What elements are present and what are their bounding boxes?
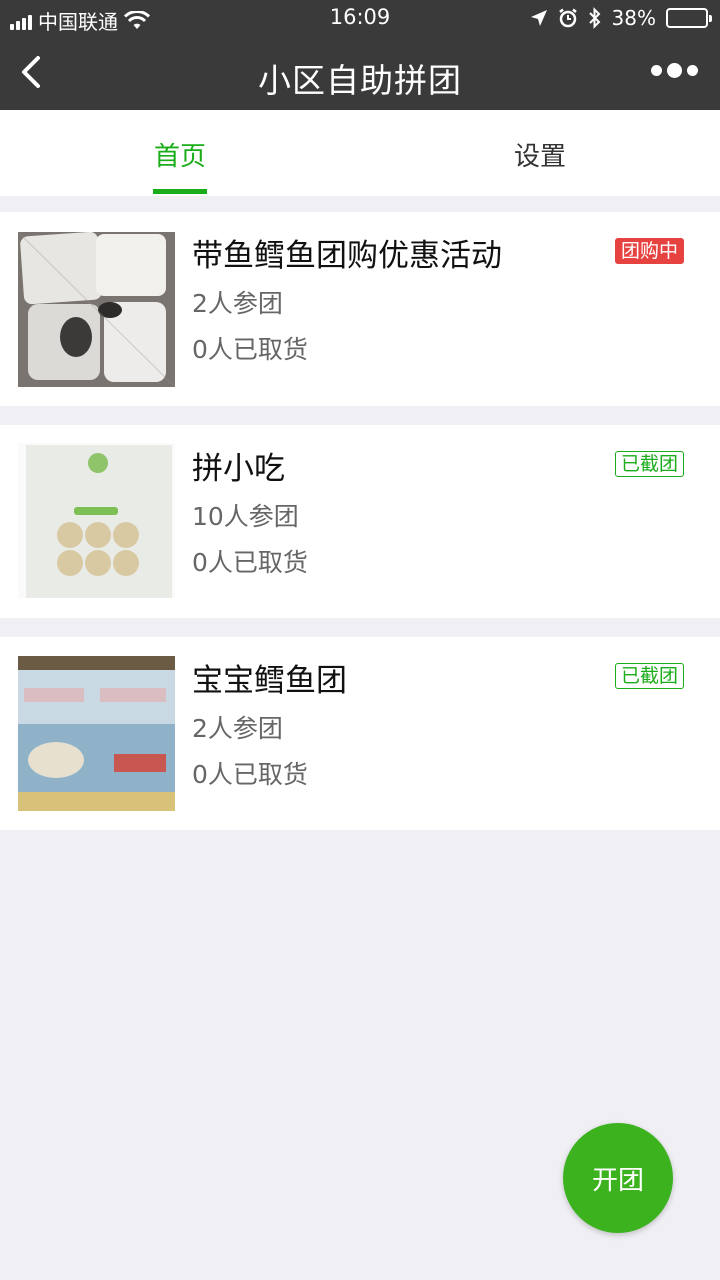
tab-settings-label: 设置 [513, 142, 566, 172]
battery-icon [666, 8, 712, 28]
group-participants: 10人参团 [192, 502, 299, 531]
group-picked-up: 0人已取货 [192, 335, 308, 364]
nav-bar: 小区自助拼团 [0, 36, 720, 110]
group-picked-up: 0人已取货 [192, 548, 308, 577]
group-thumbnail-snack [18, 443, 175, 598]
tab-bar: 首页 设置 [0, 110, 720, 196]
start-group-button[interactable]: 开团 [563, 1123, 673, 1233]
tab-settings[interactable]: 设置 [360, 110, 720, 196]
battery-percent: 38% [611, 6, 656, 30]
group-thumbnail-fish [18, 232, 175, 387]
tab-home-label: 首页 [153, 142, 206, 172]
status-badge: 已截团 [614, 451, 684, 477]
group-participants: 2人参团 [192, 714, 283, 743]
group-title: 带鱼鳕鱼团购优惠活动 [192, 238, 502, 274]
tab-home[interactable]: 首页 [0, 110, 360, 196]
group-title: 宝宝鳕鱼团 [192, 663, 347, 699]
group-participants: 2人参团 [192, 289, 283, 318]
tab-active-indicator [153, 189, 207, 194]
group-thumbnail-cod [18, 656, 175, 811]
group-card[interactable]: 宝宝鳕鱼团 2人参团 0人已取货 已截团 [0, 637, 720, 830]
group-card[interactable]: 带鱼鳕鱼团购优惠活动 2人参团 0人已取货 团购中 [0, 212, 720, 406]
top-bar: 中国联通 16:09 38% 小区自助拼团 [0, 0, 720, 110]
group-card[interactable]: 拼小吃 10人参团 0人已取货 已截团 [0, 425, 720, 618]
page-title: 小区自助拼团 [258, 61, 462, 100]
status-badge: 团购中 [614, 238, 684, 264]
group-title: 拼小吃 [192, 451, 285, 487]
alarm-icon [558, 8, 577, 28]
status-bar: 中国联通 16:09 38% [0, 0, 720, 36]
location-arrow-icon [530, 10, 547, 26]
status-badge: 已截团 [614, 663, 684, 689]
status-right: 38% [530, 6, 712, 30]
bluetooth-icon [588, 7, 600, 29]
more-dots-icon[interactable] [651, 63, 698, 78]
group-picked-up: 0人已取货 [192, 760, 308, 789]
